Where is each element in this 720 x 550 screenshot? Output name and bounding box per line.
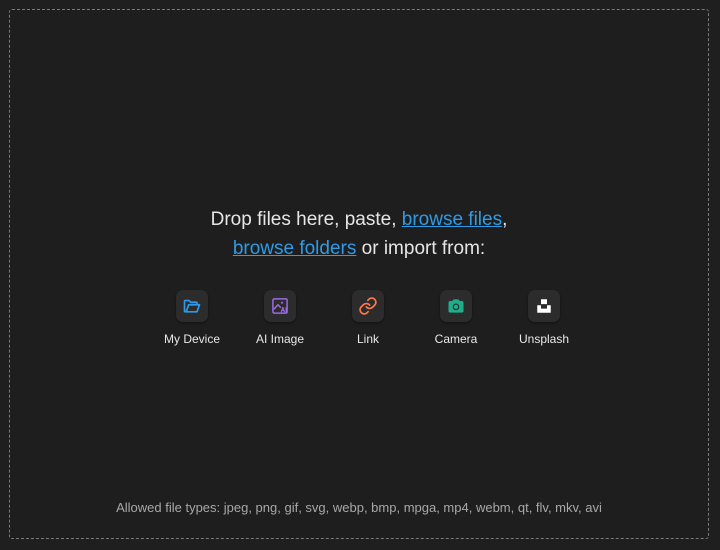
source-label: Camera (434, 332, 478, 346)
link-icon (352, 290, 384, 322)
drop-prompt: Drop files here, paste, browse files, br… (10, 205, 708, 263)
source-my-device-button[interactable]: My Device (148, 290, 236, 346)
ai-image-icon (264, 290, 296, 322)
source-camera-button[interactable]: Camera (412, 290, 500, 346)
source-unsplash-button[interactable]: Unsplash (500, 290, 588, 346)
source-label: Unsplash (518, 332, 570, 346)
folder-open-icon (176, 290, 208, 322)
source-label: Link (356, 332, 379, 346)
file-dropzone[interactable]: Drop files here, paste, browse files, br… (9, 9, 709, 539)
drop-prompt-text: Drop files here, paste, (210, 209, 402, 230)
unsplash-icon (528, 290, 560, 322)
browse-folders-link[interactable]: browse folders (233, 238, 357, 259)
source-label: My Device (163, 332, 220, 346)
source-label: AI Image (255, 332, 305, 346)
import-from-text: or import from: (356, 238, 486, 259)
camera-icon (440, 290, 472, 322)
allowed-file-types: Allowed file types: jpeg, png, gif, svg,… (116, 500, 602, 515)
import-sources: My Device AI Image Link Camera Unsplash (148, 290, 588, 346)
source-link-button[interactable]: Link (324, 290, 412, 346)
browse-files-link[interactable]: browse files (402, 209, 502, 230)
prompt-comma: , (502, 209, 508, 230)
source-ai-image-button[interactable]: AI Image (236, 290, 324, 346)
